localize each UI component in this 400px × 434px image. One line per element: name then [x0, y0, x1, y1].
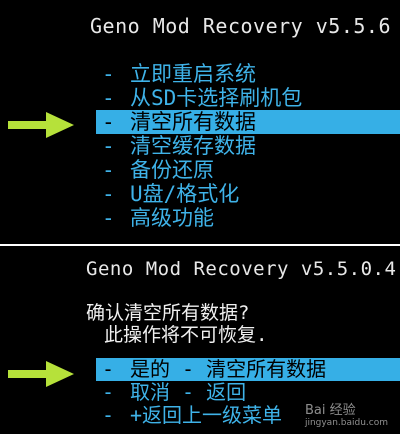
menu-item-backup-restore[interactable]: - 备份还原	[0, 158, 400, 182]
menu-item-install-from-sd[interactable]: - 从SD卡选择刷机包	[0, 86, 400, 110]
menu-item-reboot[interactable]: - 立即重启系统	[0, 62, 400, 86]
menu-item-label: 是的 - 清空所有数据	[130, 357, 327, 381]
menu-dash: -	[102, 134, 115, 158]
menu-item-label: 高级功能	[130, 206, 214, 230]
menu-dash: -	[102, 86, 115, 110]
menu-item-advanced[interactable]: - 高级功能	[0, 206, 400, 230]
recovery-screen-bottom: Geno Mod Recovery v5.5.0.4 确认清空所有数据? 此操作…	[0, 246, 400, 434]
confirm-prompt: 确认清空所有数据? 此操作将不可恢复.	[86, 302, 267, 346]
menu-dash: -	[102, 380, 115, 404]
menu-dash: -	[102, 182, 115, 206]
menu-item-label: 取消 - 返回	[130, 380, 247, 404]
arrow-right-icon	[8, 361, 74, 387]
menu-item-wipe-data[interactable]: - 清空所有数据	[96, 110, 400, 134]
menu-item-confirm-wipe[interactable]: - 是的 - 清空所有数据	[96, 358, 400, 381]
menu-item-label: U盘/格式化	[130, 182, 240, 206]
menu-item-label: 清空缓存数据	[130, 134, 256, 158]
menu-dash: -	[102, 403, 115, 427]
watermark-text: Bai 经验	[304, 403, 356, 418]
menu-dash: -	[102, 206, 115, 230]
menu-item-label: +返回上一级菜单	[130, 403, 283, 427]
menu-dash: -	[102, 158, 115, 182]
menu-dash: -	[102, 110, 115, 134]
menu-item-label: 从SD卡选择刷机包	[130, 86, 303, 110]
watermark: Bai 经验 jingyan.baidu.com	[305, 399, 388, 428]
recovery-title: Geno Mod Recovery v5.5.6	[90, 14, 391, 38]
menu-dash: -	[102, 62, 115, 86]
confirm-question: 确认清空所有数据?	[86, 302, 250, 324]
arrow-right-icon	[8, 112, 74, 138]
menu-item-usb-format[interactable]: - U盘/格式化	[0, 182, 400, 206]
menu-dash: -	[102, 357, 115, 381]
recovery-menu: - 立即重启系统 - 从SD卡选择刷机包 - 清空所有数据 - 清空缓存数据 - 备份还原…	[0, 62, 400, 230]
watermark-url: jingyan.baidu.com	[304, 418, 388, 428]
menu-item-label: 清空所有数据	[130, 110, 256, 134]
confirm-warning: 此操作将不可恢复.	[104, 324, 268, 346]
menu-item-label: 备份还原	[130, 158, 214, 182]
recovery-title: Geno Mod Recovery v5.5.0.4	[86, 258, 397, 280]
menu-item-label: 立即重启系统	[130, 62, 256, 86]
